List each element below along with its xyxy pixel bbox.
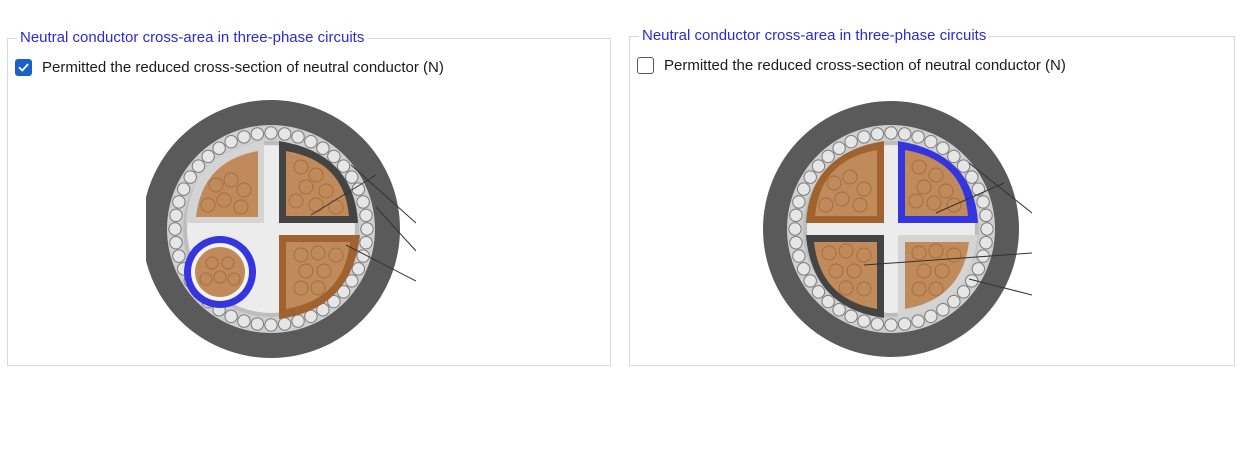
armour-wire xyxy=(277,127,292,141)
armour-wire xyxy=(870,127,885,141)
armour-wire xyxy=(911,130,925,144)
armour-wire xyxy=(304,134,318,149)
armour-wire xyxy=(792,249,806,263)
armour-wire xyxy=(857,314,871,328)
armour-wire xyxy=(789,208,803,223)
armour-wire xyxy=(224,309,238,324)
armour-wire xyxy=(971,182,986,196)
armour-wire xyxy=(924,309,938,324)
cable-cross-section-reduced-neutral xyxy=(146,100,416,358)
armour-wire xyxy=(936,141,950,155)
armour-wire xyxy=(811,159,826,173)
armour-wire xyxy=(237,130,251,144)
armour-wire xyxy=(897,127,912,141)
armour-wire xyxy=(172,195,186,209)
armour-wire xyxy=(291,314,305,328)
armour-wire xyxy=(792,195,806,209)
checkbox-label: Permitted the reduced cross-section of n… xyxy=(42,58,444,76)
armour-wire xyxy=(169,208,183,223)
armour-wire xyxy=(172,249,186,263)
armour-wire xyxy=(924,134,938,149)
armour-wire xyxy=(870,317,885,331)
neutral-cross-area-group-1: Neutral conductor cross-area in three-ph… xyxy=(7,27,611,366)
armour-wire xyxy=(884,126,898,140)
armour-wire xyxy=(979,208,993,223)
armour-wire xyxy=(264,126,278,140)
armour-wire xyxy=(789,235,803,250)
armour-wire xyxy=(356,195,370,209)
checkbox-label: Permitted the reduced cross-section of n… xyxy=(664,56,1066,74)
armour-wire xyxy=(788,222,802,236)
group-legend: Neutral conductor cross-area in three-ph… xyxy=(639,25,990,47)
armour-wire xyxy=(897,317,912,331)
armour-wire xyxy=(176,182,191,196)
armour-wire xyxy=(911,314,925,328)
permit-reduced-neutral-checkbox[interactable]: Permitted the reduced cross-section of n… xyxy=(15,54,444,80)
armour-wire xyxy=(796,262,811,276)
checkbox-checked-icon[interactable] xyxy=(15,58,32,76)
armour-wire xyxy=(351,262,366,276)
armour-wire xyxy=(360,222,374,236)
armour-wire xyxy=(191,159,206,173)
armour-wire xyxy=(844,134,858,149)
group-legend: Neutral conductor cross-area in three-ph… xyxy=(17,27,368,49)
armour-wire xyxy=(359,235,373,250)
armour-wire xyxy=(237,314,251,328)
armour-wire xyxy=(832,303,846,317)
armour-wire xyxy=(936,303,950,317)
armour-wire xyxy=(947,149,961,164)
armour-wire xyxy=(971,262,986,276)
armour-wire xyxy=(168,222,182,236)
armour-wire xyxy=(250,127,265,141)
armour-wire xyxy=(359,208,373,223)
armour-wire xyxy=(803,170,817,184)
armour-wire xyxy=(224,134,238,149)
armour-wire xyxy=(956,285,971,299)
armour-wire xyxy=(291,130,305,144)
armour-wire xyxy=(345,170,359,184)
armour-wire xyxy=(821,149,835,164)
armour-wire xyxy=(183,170,197,184)
armour-wire xyxy=(844,309,858,324)
checkbox-unchecked-icon[interactable] xyxy=(637,56,654,74)
armour-wire xyxy=(965,170,979,184)
armour-wire xyxy=(980,222,994,236)
armour-wire xyxy=(264,318,278,332)
armour-wire xyxy=(796,182,811,196)
armour-wire xyxy=(976,195,990,209)
armour-wire xyxy=(169,235,183,250)
armour-wire xyxy=(884,318,898,332)
armour-wire xyxy=(857,130,871,144)
armour-wire xyxy=(212,141,226,155)
armour-wire xyxy=(803,274,817,288)
armour-wire xyxy=(250,317,265,331)
armour-wire xyxy=(821,294,835,309)
neutral-cross-area-group-2: Neutral conductor cross-area in three-ph… xyxy=(629,25,1235,366)
armour-wire xyxy=(979,235,993,250)
armour-wire xyxy=(201,149,215,164)
armour-wire xyxy=(316,141,330,155)
armour-wire xyxy=(832,141,846,155)
armour-wire xyxy=(811,285,826,299)
armour-wire xyxy=(277,317,292,331)
armour-wire xyxy=(336,159,351,173)
cable-cross-section-equal-neutral xyxy=(763,101,1032,357)
permit-reduced-neutral-checkbox[interactable]: Permitted the reduced cross-section of n… xyxy=(637,52,1066,78)
armour-wire xyxy=(947,294,961,309)
armour-wire xyxy=(327,149,341,164)
armour-wire xyxy=(956,159,971,173)
